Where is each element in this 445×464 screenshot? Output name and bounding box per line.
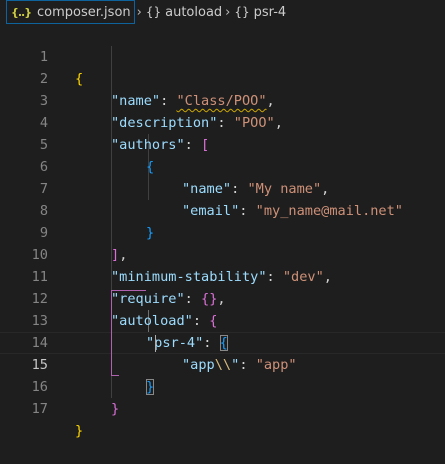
breadcrumb-label: psr-4	[253, 4, 287, 20]
breadcrumb-item-composer-json[interactable]: {..} composer.json	[6, 0, 135, 24]
json-file-icon: {..}	[11, 5, 32, 19]
code-line: 16 }	[0, 354, 445, 417]
code-line: 1 {	[0, 24, 445, 87]
braces-icon: {}	[234, 5, 250, 19]
line-number: 17	[31, 401, 48, 417]
braces-icon: {}	[145, 5, 162, 19]
code-line: 11 "require": {},	[0, 244, 445, 307]
code-line: 17 }	[0, 376, 445, 439]
code-line: 13 "psr-4": {	[0, 288, 445, 351]
code-line: 8 }	[0, 178, 445, 241]
code-line: 6 "name": "My name",	[0, 134, 445, 197]
breadcrumb-label: composer.json	[37, 4, 131, 20]
breadcrumb-label: autoload	[165, 4, 223, 20]
code-line: 10 "minimum-stability": "dev",	[0, 222, 445, 285]
code-line: 4 "authors": [	[0, 90, 445, 153]
chevron-right-icon: ›	[136, 4, 142, 20]
code-line: 3 "description": "POO",	[0, 68, 445, 131]
code-line: 15 }	[0, 332, 445, 395]
breadcrumb-item-psr-4[interactable]: {} psr-4	[233, 5, 286, 20]
breadcrumb-item-autoload[interactable]: {} autoload	[145, 5, 222, 20]
chevron-right-icon: ›	[225, 4, 231, 20]
code-line: 2 "name": "Class/POO",	[0, 46, 445, 109]
code-line: 12 "autoload": {	[0, 266, 445, 329]
code-line: 7 "email": "my_name@mail.net"	[0, 156, 445, 219]
code-line: 14 "app\\": "app"	[0, 310, 445, 373]
code-line: 5 {	[0, 112, 445, 175]
text-cursor	[155, 335, 156, 352]
code-line: 9 ],	[0, 200, 445, 263]
close-brace: }	[111, 401, 120, 417]
close-brace: }	[75, 423, 84, 439]
breadcrumb: {..} composer.json › {} autoload › {} ps…	[0, 0, 445, 24]
code-editor[interactable]: 1 { 2 "name": "Class/POO", 3 "descriptio…	[0, 24, 445, 439]
